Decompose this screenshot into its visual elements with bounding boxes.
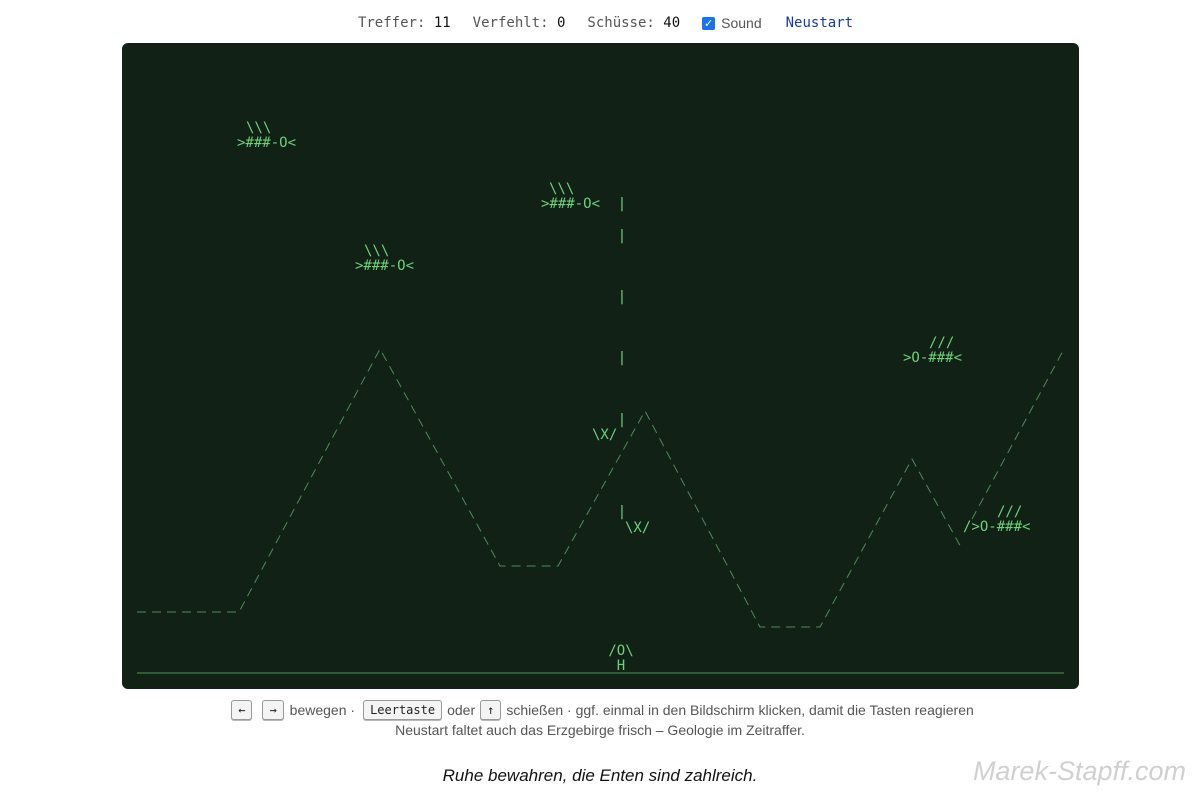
hunter: /O\ H [608,643,633,674]
hit-marker: \X/ [625,520,650,536]
shots-value: 40 [663,15,681,31]
misses-label: Verfehlt: [472,15,549,31]
mountain-ridge-right [971,348,1065,520]
checkmark-icon: ✓ [704,16,714,30]
hits-label: Treffer: [357,15,426,31]
hunter-body: H [617,658,625,674]
game-screen[interactable]: | | | | | | \X/ \X/ \\\ >###-O< \\\ >###… [122,43,1079,689]
misses-value: 0 [556,15,566,31]
duck-wings: \\\ [364,243,389,259]
status-bar: Treffer: 11 Verfehlt: 0 Schüsse: 40 ✓ So… [0,13,1200,33]
duck-wings: /// [997,504,1022,520]
bullet: | [618,228,626,244]
key-right: → [262,700,284,720]
bullet: | [618,196,626,212]
duck-wings: \\\ [549,181,574,197]
key-left: ← [231,700,253,720]
mountain-ridge [137,347,963,628]
duck-2: \\\ >###-O< [541,181,600,212]
duck-wings: \\\ [246,120,271,136]
sound-checkbox[interactable]: ✓ [702,16,716,30]
sound-label: Sound [721,15,762,31]
hits-value: 11 [433,15,451,31]
key-up: ↑ [480,700,502,720]
hits-counter: Treffer: 11 [358,15,451,31]
bullets: | | | | | | [618,196,626,520]
mountains [137,347,1065,628]
ducks: \\\ >###-O< \\\ >###-O< \\\ >###-O< /// … [237,120,1030,535]
duck-body: />O-###< [963,519,1030,535]
shots-counter: Schüsse: 40 [587,15,680,31]
bullet: | [618,289,626,305]
duck-body: >O-###< [903,350,962,366]
watermark: Marek-Stapff.com [972,756,1186,786]
duck-body: >###-O< [355,258,414,274]
bullet: | [618,504,626,520]
controls-help: ← → bewegen · Leertaste oder ↑ schießen ·… [0,700,1200,720]
sound-toggle[interactable]: ✓ Sound [702,15,762,31]
duck-4: /// >O-###< [903,335,962,366]
duck-1: \\\ >###-O< [237,120,296,151]
duck-3: \\\ >###-O< [355,243,414,274]
bullet: | [618,412,626,428]
shoot-hint: schießen · ggf. einmal in den Bildschirm… [506,702,974,718]
duck-body: >###-O< [237,135,296,151]
move-text: bewegen · [289,702,356,718]
key-space: Leertaste [363,700,443,720]
duck-body: >###-O< [541,196,600,212]
bullet: | [618,350,626,366]
shots-label: Schüsse: [587,15,655,31]
restart-hint: Neustart faltet auch das Erzgebirge fris… [395,722,805,738]
duck-5: /// />O-###< [963,504,1030,535]
duck-wings: /// [929,335,954,351]
hit-marker: \X/ [592,427,617,443]
restart-link[interactable]: Neustart [786,15,853,31]
game-canvas[interactable]: | | | | | | \X/ \X/ \\\ >###-O< \\\ >###… [122,43,1079,689]
misses-counter: Verfehlt: 0 [473,15,566,31]
or-text: oder [447,702,476,718]
hunter-head: /O\ [608,643,633,659]
